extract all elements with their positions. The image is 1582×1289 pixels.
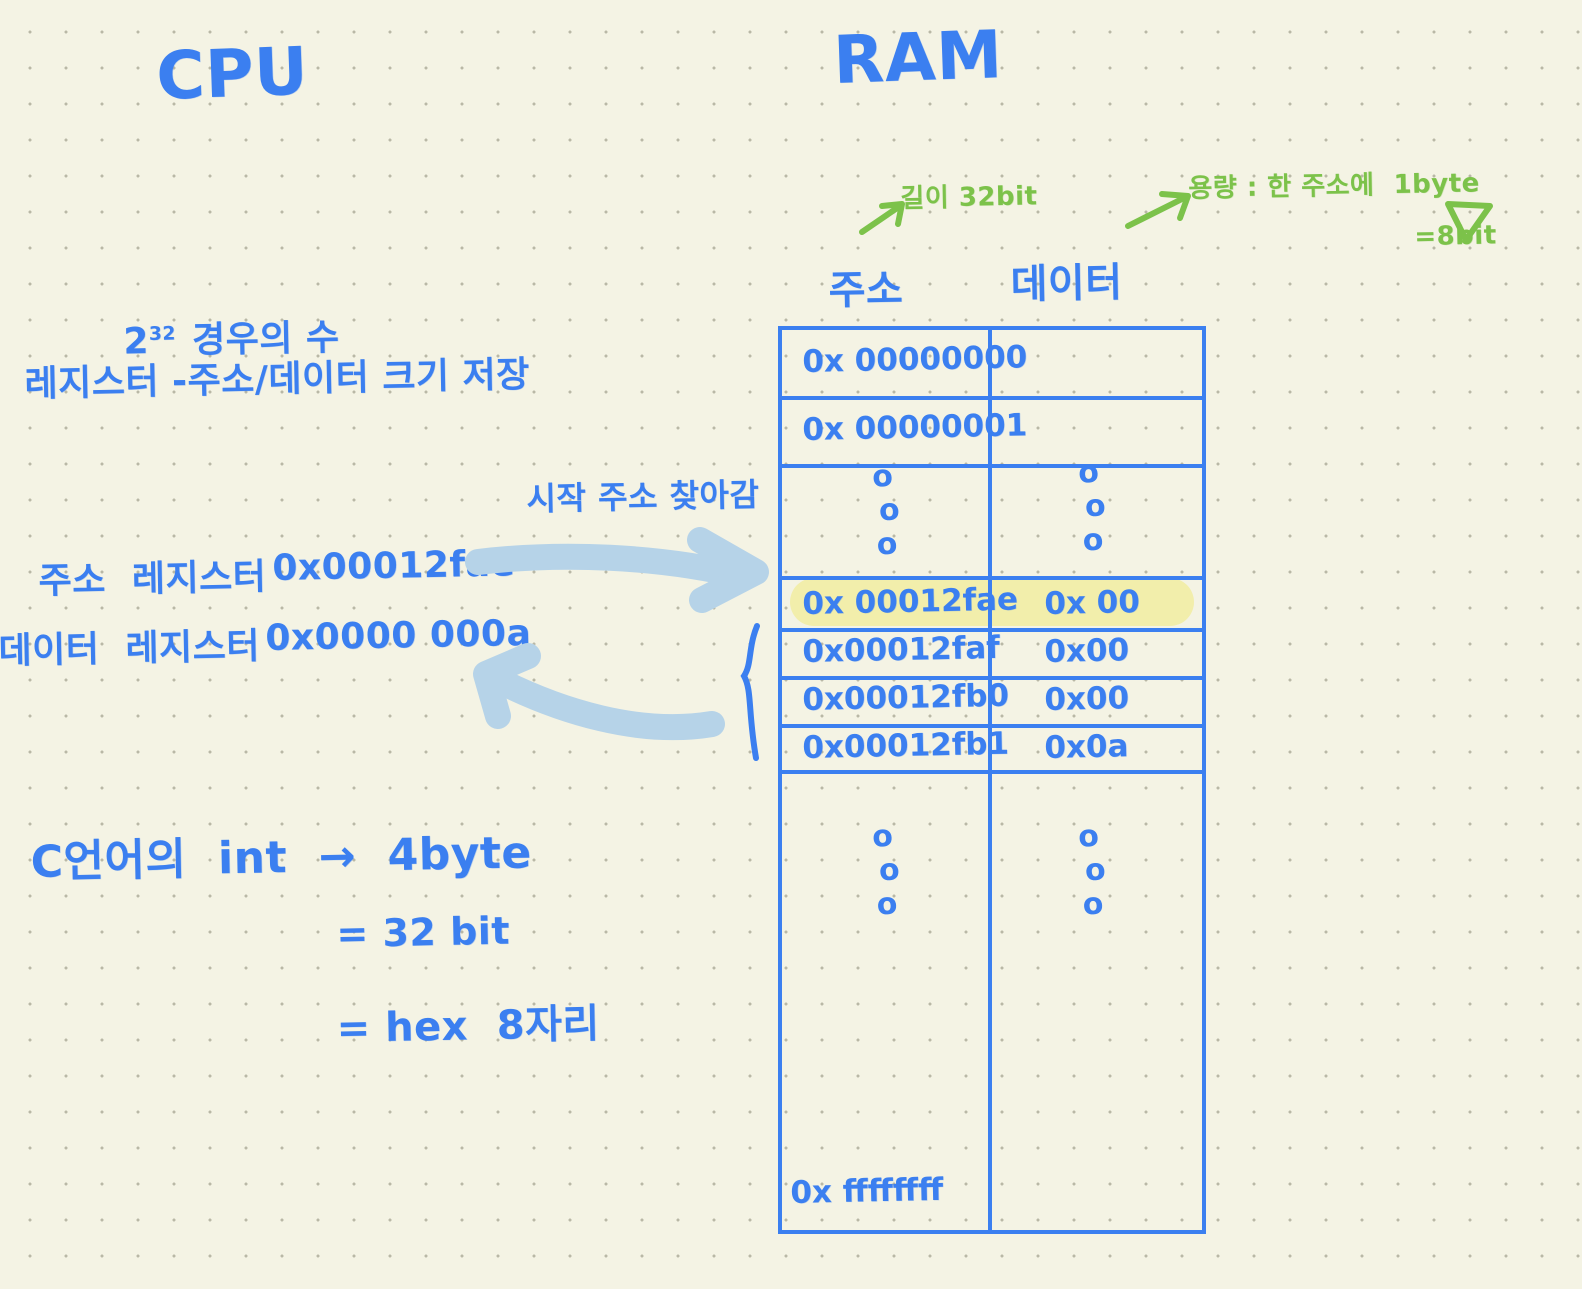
cell-address-0: 0x 00000000 [802, 339, 1028, 380]
row-divider-7 [782, 770, 1202, 774]
c-int-bits-note: = 32 bit [336, 908, 511, 956]
cell-address-ellipsis-bottom: ooo [871, 818, 901, 923]
column-header-data: 데이터 [1010, 259, 1123, 308]
cell-data-4: 0x00 [1044, 632, 1130, 670]
power-exponent: 32 [148, 323, 177, 345]
cell-address-6: 0x00012fb1 [802, 725, 1010, 766]
address-register-label: 주소 레지스터 [38, 556, 267, 602]
row-divider-3 [782, 576, 1202, 580]
cell-address-last: 0x ffffffff [790, 1171, 944, 1211]
data-register-label: 데이터 레지스터 [0, 625, 261, 672]
capacity-note-line2: =8bit [1414, 220, 1497, 252]
row-divider-2 [782, 464, 1202, 468]
column-header-address: 주소 [828, 266, 904, 314]
row-divider-1 [782, 396, 1202, 400]
column-divider [988, 330, 992, 1230]
ram-memory-table: 0x 00000000 0x 00000001 ooo ooo 0x 00012… [778, 326, 1206, 1234]
cell-address-3: 0x 00012fae [802, 581, 1019, 622]
register-note: 레지스터 -주소/데이터 크기 저장 [24, 354, 531, 405]
cell-address-ellipsis-top: ooo [871, 458, 901, 563]
length-32bit-note: 길이 32bit [900, 181, 1038, 214]
cell-address-1: 0x 00000001 [802, 407, 1028, 448]
address-register-value: 0x00012fae [272, 543, 516, 589]
cell-data-ellipsis-bottom: ooo [1077, 818, 1107, 923]
cell-data-6: 0x0a [1044, 728, 1129, 766]
heading-ram: RAM [832, 16, 1004, 99]
cell-address-4: 0x00012faf [802, 629, 1001, 670]
cell-address-5: 0x00012fb0 [802, 677, 1010, 718]
seek-start-address-note: 시작 주소 찾아감 [526, 475, 760, 518]
data-register-value: 0x0000 000a [265, 612, 532, 659]
c-int-hex-note: = hex 8자리 [336, 1000, 601, 1052]
cell-data-5: 0x00 [1044, 680, 1130, 718]
cell-data-3: 0x 00 [1044, 584, 1141, 622]
heading-cpu: CPU [155, 32, 310, 115]
cell-data-ellipsis-top: ooo [1077, 454, 1107, 559]
capacity-note-line1: 용량 : 한 주소에 1byte [1188, 168, 1481, 204]
c-int-size-note: C언어의 int → 4byte [30, 827, 533, 888]
